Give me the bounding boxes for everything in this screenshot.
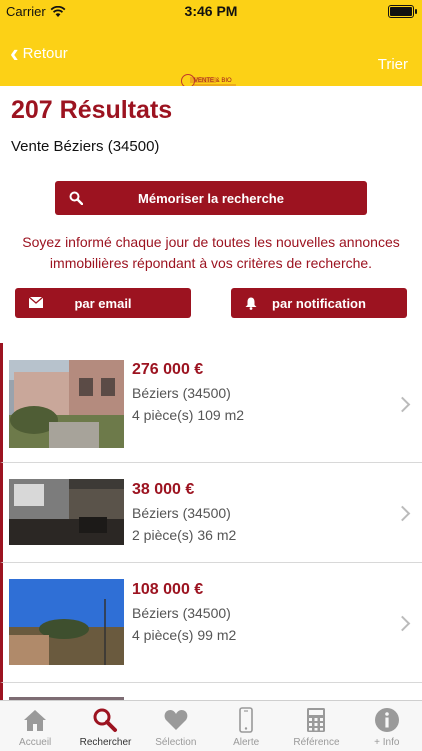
envelope-icon <box>29 297 43 308</box>
tab-label: Accueil <box>19 737 52 748</box>
bell-icon <box>245 297 257 310</box>
calculator-icon <box>307 708 326 732</box>
listing-city: Béziers (34500) <box>132 385 231 401</box>
notification-alert-label: par notification <box>272 295 366 311</box>
listing-row[interactable]: 38 000 € Béziers (34500) 2 pièce(s) 36 m… <box>0 463 422 563</box>
results-header: 207 Résultats Vente Béziers (34500) Mémo… <box>0 86 422 343</box>
navigation-bar: ‹ Retour VENTE & BIO Trier <box>0 22 422 88</box>
email-alert-button[interactable]: par email <box>15 288 191 318</box>
tab-accueil[interactable]: Accueil <box>0 701 70 751</box>
save-search-label: Mémoriser la recherche <box>138 190 284 206</box>
tab-info[interactable]: + Info <box>352 701 422 751</box>
results-list[interactable]: 276 000 € Béziers (34500) 4 pièce(s) 109… <box>0 343 422 700</box>
search-icon <box>69 191 83 205</box>
status-bar: Carrier 3:46 PM <box>0 0 422 22</box>
info-icon <box>374 708 399 732</box>
notification-alert-button[interactable]: par notification <box>231 288 407 318</box>
back-button[interactable]: ‹ Retour <box>10 38 68 68</box>
tab-label: Alerte <box>233 737 260 748</box>
tab-label: Sélection <box>155 737 197 748</box>
tab-label: Rechercher <box>79 737 132 748</box>
tab-bar: Accueil Rechercher Sélection Alerte Réfé… <box>0 700 422 751</box>
chevron-left-icon: ‹ <box>10 38 19 68</box>
listing-photo <box>9 579 124 665</box>
listing-photo <box>9 479 124 545</box>
email-alert-label: par email <box>74 295 132 311</box>
logo-text: VENTE & BIO <box>194 78 232 84</box>
tab-selection[interactable]: Sélection <box>141 701 211 751</box>
alert-info-text: Soyez informé chaque jour de toutes les … <box>22 234 400 271</box>
battery-icon <box>388 5 417 18</box>
listing-row[interactable]: 276 000 € Béziers (34500) 4 pièce(s) 109… <box>0 343 422 463</box>
chevron-right-icon <box>394 615 411 632</box>
sort-button[interactable]: Trier <box>378 56 408 73</box>
tab-label: Référence <box>293 737 340 748</box>
listing-price: 108 000 € <box>132 581 204 598</box>
listing-city: Béziers (34500) <box>132 505 231 521</box>
chevron-right-icon <box>394 396 411 413</box>
save-search-button[interactable]: Mémoriser la recherche <box>55 181 367 215</box>
clock: 3:46 PM <box>184 3 238 19</box>
listing-details: 2 pièce(s) 36 m2 <box>132 527 237 543</box>
back-label: Retour <box>22 44 68 62</box>
tab-alerte[interactable]: Alerte <box>211 701 281 751</box>
phone-icon <box>239 707 253 733</box>
listing-price: 38 000 € <box>132 481 195 498</box>
search-icon <box>93 708 118 732</box>
listing-details: 4 pièce(s) 109 m2 <box>132 407 245 423</box>
listing-row[interactable] <box>0 683 422 700</box>
tab-label: + Info <box>374 737 400 748</box>
listing-row[interactable]: 108 000 € Béziers (34500) 4 pièce(s) 99 … <box>0 563 422 683</box>
listing-details: 4 pièce(s) 99 m2 <box>132 627 237 643</box>
heart-icon <box>164 710 188 730</box>
listing-price: 276 000 € <box>132 361 204 378</box>
chevron-right-icon <box>394 505 411 522</box>
home-icon <box>24 710 47 731</box>
search-criteria: Vente Béziers (34500) <box>11 138 160 155</box>
listing-photo <box>9 360 124 448</box>
tab-reference[interactable]: Référence <box>281 701 351 751</box>
listing-city: Béziers (34500) <box>132 605 231 621</box>
results-count-title: 207 Résultats <box>11 96 173 124</box>
tab-rechercher[interactable]: Rechercher <box>70 701 140 751</box>
